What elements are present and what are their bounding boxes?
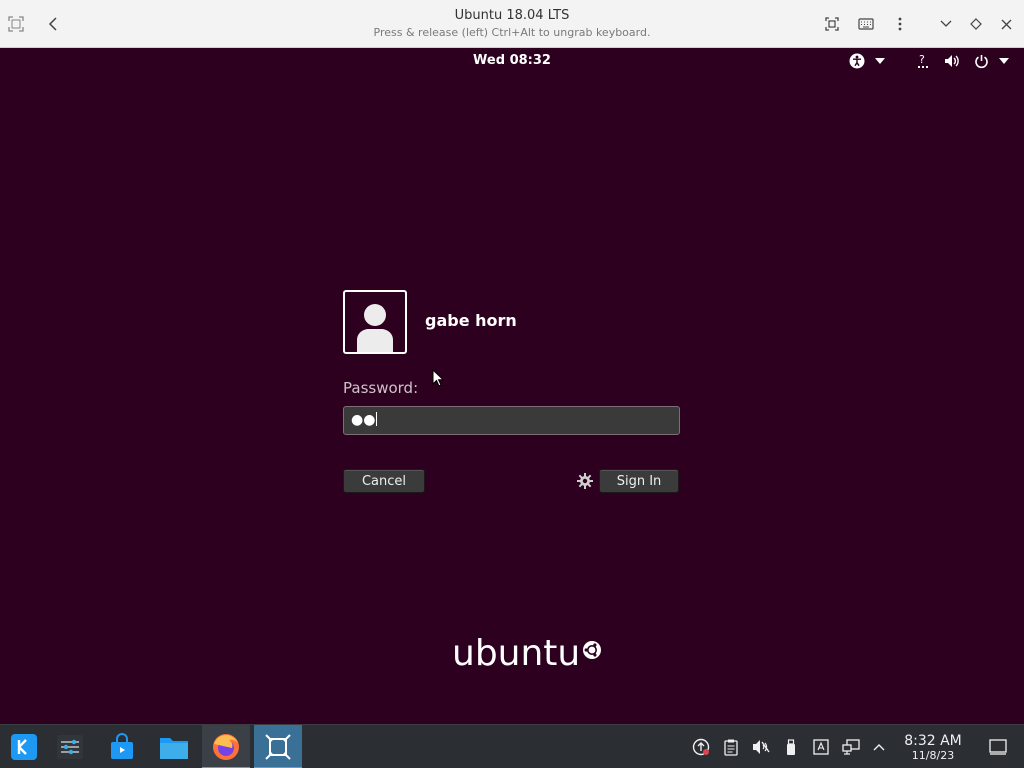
show-desktop-icon[interactable] <box>988 737 1008 757</box>
text-caret <box>376 412 378 426</box>
user-avatar <box>343 290 407 354</box>
network-wired-icon[interactable] <box>841 737 861 757</box>
clock-time: 8:32 AM <box>904 733 962 749</box>
password-input[interactable]: ●● <box>343 406 680 435</box>
keyboard-icon[interactable] <box>854 12 878 36</box>
taskbar-discover[interactable] <box>98 725 146 768</box>
application-launcher-button[interactable] <box>0 725 48 768</box>
network-unknown-icon[interactable]: ? <box>916 52 932 70</box>
discover-store-icon <box>111 733 133 759</box>
sign-in-button[interactable]: Sign In <box>599 469 679 493</box>
more-options-icon[interactable] <box>888 12 912 36</box>
update-notifier-icon[interactable] <box>691 737 711 757</box>
ubuntu-wordmark: ubuntu <box>452 633 581 674</box>
mouse-pointer-icon <box>432 368 445 391</box>
clipboard-icon[interactable] <box>721 737 741 757</box>
host-taskbar: 8:32 AM 11/8/23 <box>0 724 1024 768</box>
clock-date: 11/8/23 <box>911 749 955 762</box>
user-name: gabe horn <box>425 311 517 330</box>
system-settings-icon <box>57 735 83 759</box>
accessibility-menu-chevron-icon[interactable] <box>874 52 886 70</box>
session-settings-gear-icon[interactable] <box>575 471 595 491</box>
kde-logo-icon <box>11 734 37 760</box>
taskbar-firefox[interactable] <box>202 725 250 768</box>
back-button[interactable] <box>42 12 66 36</box>
screenshot-icon[interactable] <box>820 12 844 36</box>
gnome-top-bar: Wed 08:32 ? <box>0 48 1024 74</box>
password-label: Password: <box>343 379 419 397</box>
top-bar-clock[interactable]: Wed 08:32 <box>0 53 1024 68</box>
volume-icon[interactable] <box>943 52 961 70</box>
circle-of-friends-icon <box>583 641 602 659</box>
show-hidden-icons-chevron-icon[interactable] <box>869 737 889 757</box>
ubuntu-login-screen: Wed 08:32 ? gabe horn Password: ●● Cance… <box>0 48 1024 724</box>
close-icon[interactable] <box>994 12 1018 36</box>
removable-device-icon[interactable] <box>781 737 801 757</box>
system-menu-chevron-icon[interactable] <box>998 52 1010 70</box>
vm-window-titlebar: Ubuntu 18.04 LTS Press & release (left) … <box>0 0 1024 48</box>
password-mask: ●● <box>351 412 376 428</box>
minimize-icon[interactable] <box>934 12 958 36</box>
taskbar-system-settings[interactable] <box>46 725 94 768</box>
taskbar-vm-viewer[interactable] <box>254 725 302 768</box>
volume-muted-icon[interactable] <box>751 737 771 757</box>
firefox-icon <box>213 734 239 760</box>
user-silhouette-icon <box>357 304 393 352</box>
folder-icon <box>160 738 188 759</box>
notes-icon[interactable] <box>811 737 831 757</box>
vm-viewer-icon <box>265 734 291 760</box>
svg-text:?: ? <box>919 53 925 66</box>
accessibility-icon[interactable] <box>848 52 866 70</box>
digital-clock[interactable]: 8:32 AM 11/8/23 <box>896 733 970 762</box>
taskbar-file-manager[interactable] <box>150 725 198 768</box>
power-icon[interactable] <box>972 52 990 70</box>
cancel-button[interactable]: Cancel <box>343 469 425 493</box>
fullscreen-toggle-icon[interactable] <box>4 12 28 36</box>
ubuntu-logo: ubuntu <box>452 632 602 676</box>
maximize-icon[interactable] <box>964 12 988 36</box>
